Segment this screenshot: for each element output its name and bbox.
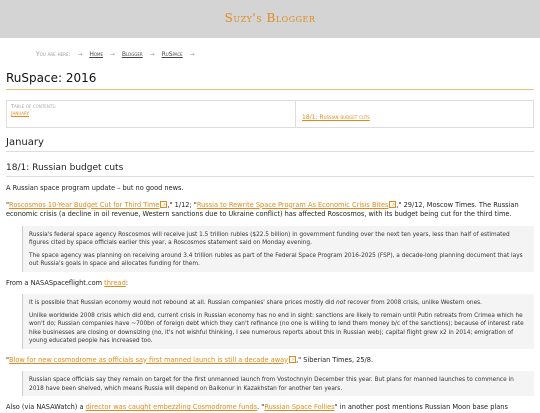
quote-paragraph: The space agency was planning on receivi… <box>29 252 523 268</box>
post-paragraph-2: From a NASASpaceflight.com thread: <box>6 279 534 289</box>
breadcrumb-ruspace[interactable]: RuSpace <box>162 51 183 58</box>
text-span: Also (via NASAWatch) a <box>6 403 86 411</box>
article-link-space-follies[interactable]: Russian Space Follies <box>264 403 334 411</box>
post-title: 18/1: Russian budget cuts <box>6 163 534 177</box>
post-paragraph-4: Also (via NASAWatch) a director was caug… <box>6 403 534 413</box>
thread-link[interactable]: thread <box>104 279 126 287</box>
page-container: You are here: → Home → Blogger → RuSpace… <box>0 38 540 413</box>
quote-paragraph: It is possible that Russian economy woul… <box>29 299 528 308</box>
text-span: ," 1/12; " <box>167 200 197 209</box>
site-title[interactable]: Suzy's Blogger <box>225 11 316 25</box>
post-paragraph-1: "Roscosmos 10-Year Budget Cut for Third … <box>6 200 534 220</box>
breadcrumb-prefix: You are here: <box>36 51 71 58</box>
text-span: It is possible that Russian economy woul… <box>29 300 337 306</box>
toc-label: Table of contents: <box>11 104 57 110</box>
blockquote-3: Russian space officials say they remain … <box>22 371 534 396</box>
article-link-embezzling[interactable]: director was caught embezzling Cosmodrom… <box>86 403 258 411</box>
post-paragraph-3: "Blow for new cosmodrome as officials sa… <box>6 355 534 366</box>
site-header: Suzy's Blogger <box>0 0 540 38</box>
text-span: : <box>125 278 128 287</box>
post-intro: A Russian space program update – but no … <box>6 184 184 192</box>
breadcrumb: You are here: → Home → Blogger → RuSpace… <box>6 38 534 65</box>
emphasis: not <box>336 300 346 306</box>
text-span: From a NASASpaceflight.com <box>6 278 105 287</box>
breadcrumb-blogger[interactable]: Blogger <box>122 51 143 58</box>
breadcrumb-home[interactable]: Home <box>89 51 103 58</box>
text-span: recover from 2008 crisis, unlike Western… <box>345 300 483 306</box>
article-link-cosmodrome[interactable]: Blow for new cosmodrome as officials say… <box>9 356 288 364</box>
breadcrumb-separator: → <box>77 51 83 58</box>
blockquote-1: Russia's federal space agency Roscosmos … <box>22 225 534 272</box>
toc-link-january[interactable]: January <box>11 111 291 117</box>
article-link-rewrite[interactable]: Russia to Rewrite Space Program As Econo… <box>197 201 389 209</box>
page-title: RuSpace: 2016 <box>6 71 534 90</box>
quote-paragraph: Russian space officials say they remain … <box>29 377 514 392</box>
blockquote-2: It is possible that Russian economy woul… <box>22 294 534 349</box>
toc-entry-link[interactable]: 18/1: Russian budget cuts <box>302 114 370 121</box>
external-link-icon: ↗ <box>289 355 297 363</box>
quote-paragraph: Unlike worldwide 2008 crisis which did e… <box>29 312 524 345</box>
month-heading: January <box>6 137 534 152</box>
table-of-contents: Table of contents: January 18/1: Russian… <box>6 100 534 128</box>
text-span: " in another post mentions Russian Moon … <box>334 403 508 411</box>
toc-index: Table of contents: January <box>7 101 296 127</box>
breadcrumb-separator: → <box>189 51 195 58</box>
toc-entries: 18/1: Russian budget cuts <box>296 101 376 127</box>
breadcrumb-separator: → <box>109 51 115 58</box>
article-link-budget-cut[interactable]: Roscosmos 10-Year Budget Cut for Third T… <box>9 201 159 209</box>
quote-paragraph: Russia's federal space agency Roscosmos … <box>29 231 510 247</box>
text-span: ," Siberian Times, 25/8. <box>296 355 374 364</box>
breadcrumb-separator: → <box>149 51 155 58</box>
